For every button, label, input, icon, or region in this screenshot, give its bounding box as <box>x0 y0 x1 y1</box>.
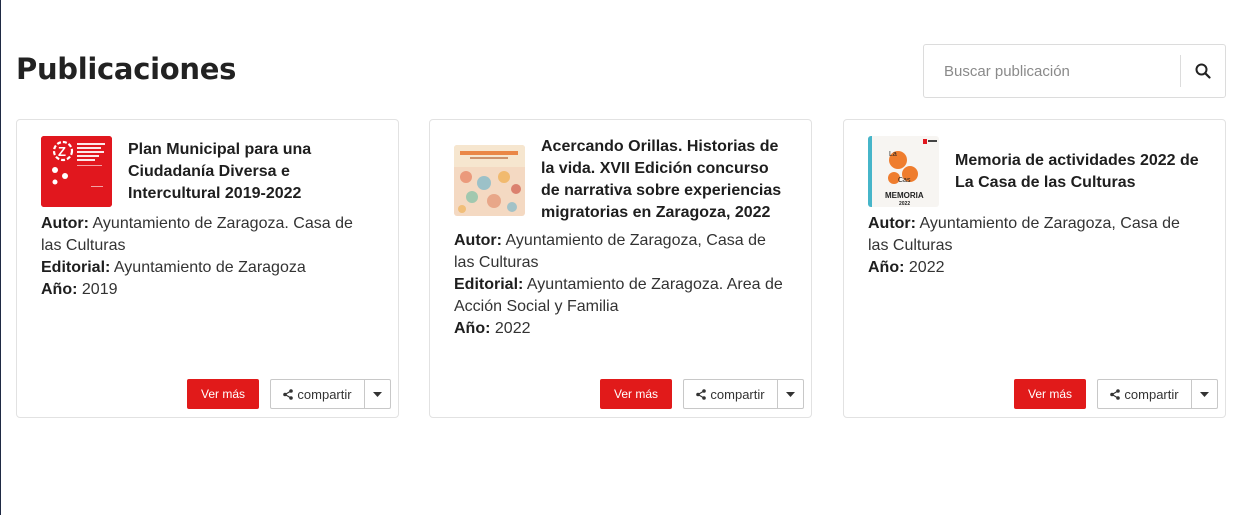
publication-card: Z Plan Municipal para una Ciudadanía Div… <box>16 119 399 418</box>
share-dropdown-toggle[interactable] <box>365 380 390 408</box>
publication-card: Acercando Orillas. Historias de la vida.… <box>429 119 812 418</box>
author-line: Autor: Ayuntamiento de Zaragoza, Casa de… <box>454 230 787 274</box>
search-icon <box>1195 63 1211 79</box>
share-button-group: compartir <box>1097 379 1218 409</box>
year-value: 2022 <box>908 259 945 276</box>
svg-text:La: La <box>889 151 897 158</box>
search-button[interactable] <box>1181 45 1225 97</box>
year-value: 2019 <box>81 281 118 298</box>
share-button-group: compartir <box>270 379 391 409</box>
card-actions: Ver más compartir <box>844 379 1225 409</box>
author-label: Autor: <box>41 215 89 232</box>
ver-mas-button[interactable]: Ver más <box>600 379 672 409</box>
publisher-line: Editorial: Ayuntamiento de Zaragoza. Are… <box>454 274 787 318</box>
ver-mas-button[interactable]: Ver más <box>187 379 259 409</box>
card-header: Z Plan Municipal para una Ciudadanía Div… <box>17 120 398 207</box>
year-label: Año: <box>868 259 905 276</box>
card-actions: Ver más compartir <box>17 379 398 409</box>
year-label: Año: <box>454 320 491 337</box>
publisher-label: Editorial: <box>454 276 524 293</box>
window-edge <box>0 0 1 515</box>
page-title: Publicaciones <box>16 52 237 86</box>
svg-text:MEMORIA: MEMORIA <box>885 191 924 200</box>
share-icon <box>696 388 707 400</box>
card-actions: Ver más compartir <box>430 379 811 409</box>
cover-image[interactable]: Z <box>41 136 112 207</box>
svg-text:Cas: Cas <box>898 177 911 184</box>
publisher-label: Editorial: <box>41 259 111 276</box>
publication-meta: Autor: Ayuntamiento de Zaragoza, Casa de… <box>430 224 811 340</box>
svg-text:Z: Z <box>58 144 66 159</box>
publication-meta: Autor: Ayuntamiento de Zaragoza. Casa de… <box>17 207 398 301</box>
share-dropdown-toggle[interactable] <box>1192 380 1217 408</box>
year-line: Año: 2022 <box>868 257 1201 279</box>
year-value: 2022 <box>494 320 531 337</box>
author-label: Autor: <box>454 232 502 249</box>
share-button[interactable]: compartir <box>271 380 365 408</box>
share-button-group: compartir <box>683 379 804 409</box>
card-header: Acercando Orillas. Historias de la vida.… <box>430 120 811 224</box>
year-line: Año: 2022 <box>454 318 787 340</box>
caret-down-icon <box>786 391 795 397</box>
search-box <box>923 44 1226 98</box>
publication-title[interactable]: Memoria de actividades 2022 de La Casa d… <box>955 150 1201 194</box>
share-button[interactable]: compartir <box>1098 380 1192 408</box>
cover-image[interactable] <box>454 144 525 216</box>
year-line: Año: 2019 <box>41 279 374 301</box>
share-label: compartir <box>710 386 765 402</box>
author-line: Autor: Ayuntamiento de Zaragoza, Casa de… <box>868 213 1201 257</box>
share-label: compartir <box>1124 386 1179 402</box>
share-label: compartir <box>297 386 352 402</box>
share-icon <box>1110 388 1121 400</box>
cover-artwork: La Cas MEMORIA 2022 <box>868 136 939 207</box>
author-label: Autor: <box>868 215 916 232</box>
search-input[interactable] <box>924 45 1180 97</box>
cover-artwork <box>454 144 525 216</box>
publisher-value: Ayuntamiento de Zaragoza <box>113 259 306 276</box>
ver-mas-button[interactable]: Ver más <box>1014 379 1086 409</box>
caret-down-icon <box>373 391 382 397</box>
share-button[interactable]: compartir <box>684 380 778 408</box>
caret-down-icon <box>1200 391 1209 397</box>
share-icon <box>283 388 294 400</box>
card-header: La Cas MEMORIA 2022 Memoria de actividad… <box>844 120 1225 207</box>
year-label: Año: <box>41 281 78 298</box>
publication-card: La Cas MEMORIA 2022 Memoria de actividad… <box>843 119 1226 418</box>
author-line: Autor: Ayuntamiento de Zaragoza. Casa de… <box>41 213 374 257</box>
publication-title[interactable]: Acercando Orillas. Historias de la vida.… <box>541 136 787 224</box>
publisher-line: Editorial: Ayuntamiento de Zaragoza <box>41 257 374 279</box>
publication-title[interactable]: Plan Municipal para una Ciudadanía Diver… <box>128 139 374 205</box>
cover-artwork: Z <box>41 136 112 207</box>
svg-text:2022: 2022 <box>899 201 910 207</box>
share-dropdown-toggle[interactable] <box>778 380 803 408</box>
publication-meta: Autor: Ayuntamiento de Zaragoza, Casa de… <box>844 207 1225 279</box>
cover-image[interactable]: La Cas MEMORIA 2022 <box>868 136 939 207</box>
